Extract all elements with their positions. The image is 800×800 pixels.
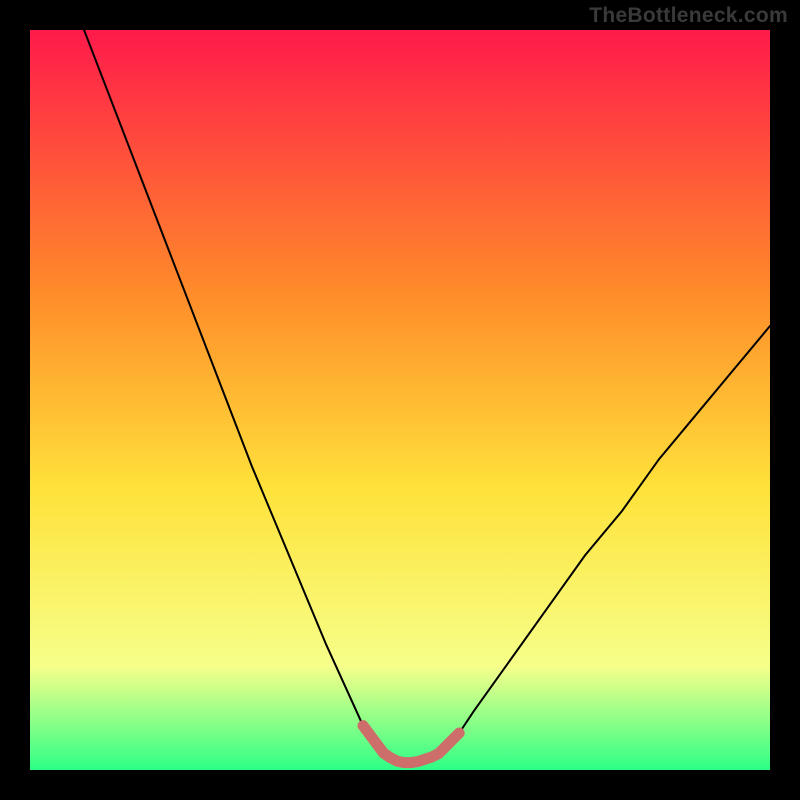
gradient-background xyxy=(30,30,770,770)
chart-frame: TheBottleneck.com xyxy=(0,0,800,800)
bottleneck-chart-svg xyxy=(30,30,770,770)
plot-area xyxy=(30,30,770,770)
watermark-text: TheBottleneck.com xyxy=(589,4,788,28)
